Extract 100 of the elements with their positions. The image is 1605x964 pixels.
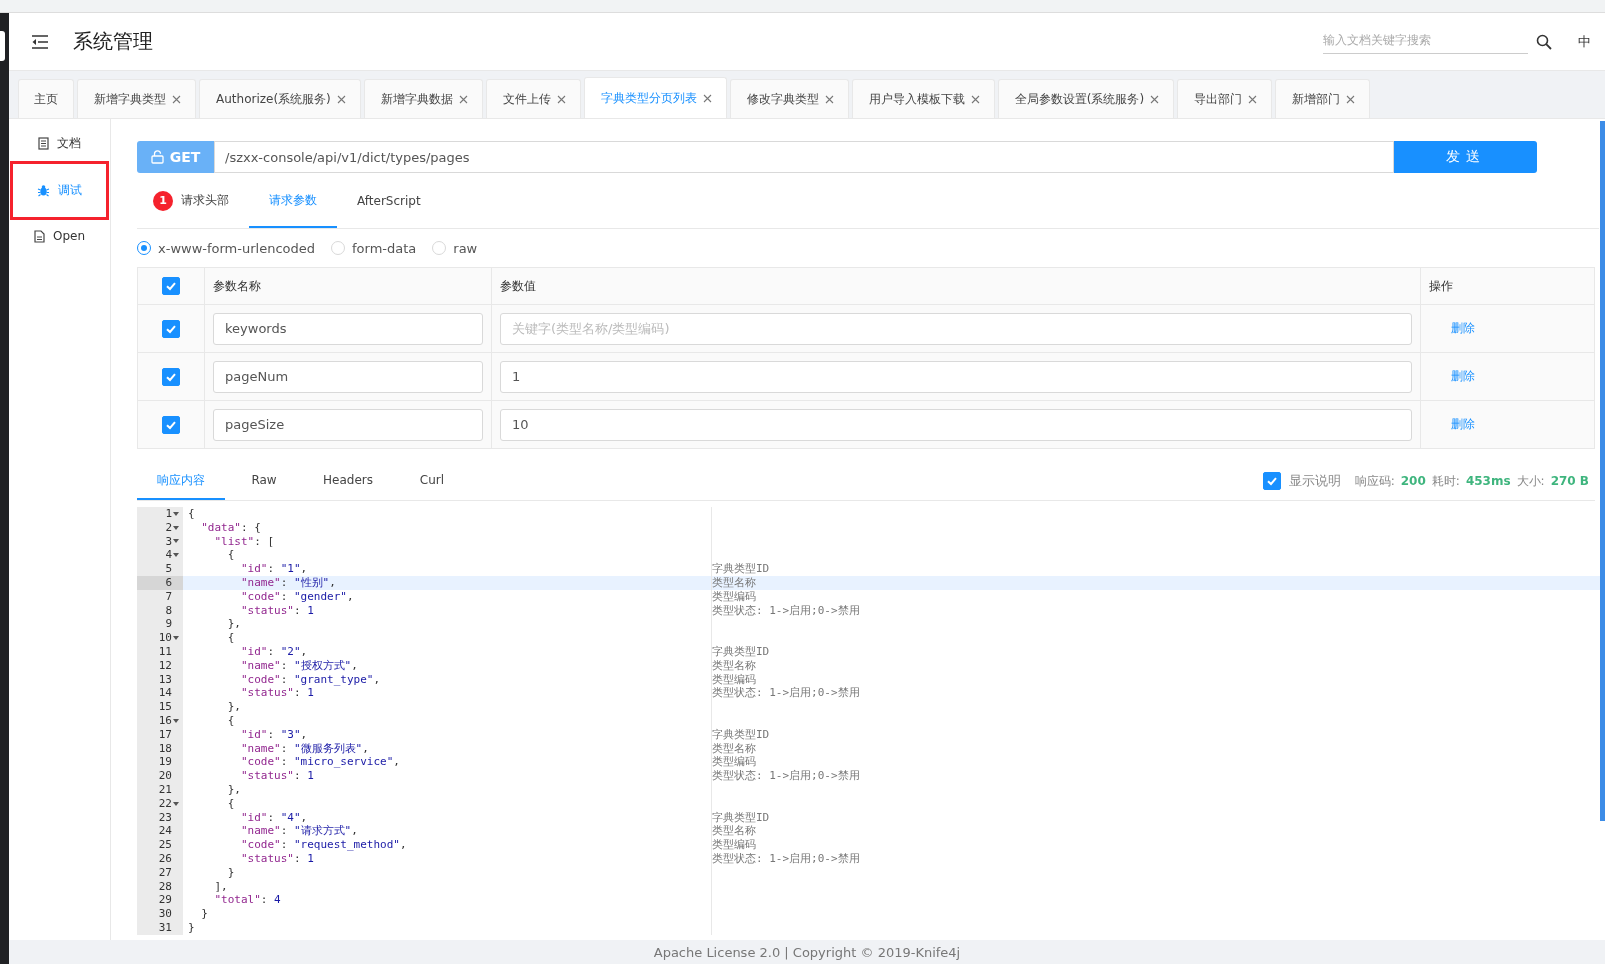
code-line: } (200, 907, 208, 921)
scrollbar[interactable] (1600, 121, 1605, 821)
count-badge: 1 (153, 190, 173, 211)
checkbox[interactable] (162, 319, 180, 338)
page-tab[interactable]: 导出部门 (1177, 79, 1273, 118)
code-line: "code": "gender", (240, 589, 354, 603)
line-number: 11 (158, 644, 172, 659)
content-type-radio[interactable]: raw (432, 240, 478, 256)
file-icon (33, 229, 45, 243)
line-number: 28 (158, 879, 172, 894)
code-line: "status": 1 (240, 686, 314, 700)
close-icon[interactable] (336, 94, 346, 104)
field-note: 字典类型ID (712, 644, 770, 658)
line-number: 12 (158, 658, 172, 673)
field-note: 类型编码 (712, 589, 756, 603)
field-note: 类型名称 (712, 824, 756, 838)
line-number: 2 (165, 520, 172, 535)
line-number: 10 (158, 631, 172, 645)
line-number: 1 (165, 507, 172, 521)
checkbox[interactable] (162, 415, 180, 434)
param-value-field[interactable]: 关键字(类型名称/类型编码) (500, 312, 1412, 345)
page-tab[interactable]: 全局参数设置(系统服务) (997, 79, 1175, 118)
line-number: 21 (158, 782, 172, 797)
param-name-field[interactable]: pageSize (213, 408, 483, 441)
close-icon[interactable] (1150, 94, 1160, 104)
line-number: 8 (165, 603, 172, 618)
param-value-field[interactable]: 10 (500, 408, 1412, 441)
param-name-field[interactable]: keywords (213, 312, 483, 345)
bug-icon (37, 184, 50, 197)
checkbox-label: 显示说明 (1288, 472, 1341, 490)
response-tab[interactable]: Headers (303, 462, 393, 500)
field-note: 类型名称 (712, 741, 756, 755)
field-note: 类型状态: 1->启用;0->禁用 (712, 769, 860, 783)
fold-icon[interactable] (173, 718, 179, 723)
lock-icon (150, 150, 164, 164)
code-line: "id": "2", (240, 644, 308, 658)
param-value-field[interactable]: 1 (500, 360, 1412, 393)
code-line: { (226, 631, 235, 645)
sidebar-item[interactable]: Open (19, 221, 100, 251)
page-tab[interactable]: 用户导入模板下载 (851, 79, 995, 118)
close-icon[interactable] (1346, 94, 1356, 104)
line-number: 5 (165, 562, 172, 576)
close-icon[interactable] (1248, 94, 1258, 104)
page-tab[interactable]: 修改字典类型 (729, 79, 849, 118)
line-number: 3 (165, 534, 172, 549)
checkbox[interactable] (162, 277, 180, 295)
line-number: 16 (158, 713, 172, 728)
page-tab[interactable]: Authorize(系统服务) (199, 79, 361, 118)
menu-icon[interactable] (31, 33, 49, 50)
code-line: "status": 1 (240, 851, 314, 865)
checkbox[interactable] (1262, 472, 1281, 490)
code-line: "code": "request_method", (240, 838, 407, 852)
code-line: "id": "3", (240, 727, 308, 741)
line-number: 9 (165, 617, 172, 632)
sidebar-item[interactable]: 文档 (24, 127, 95, 160)
line-number: 24 (158, 824, 172, 839)
close-icon[interactable] (556, 94, 566, 104)
code-line: "name": "请求方式", (240, 824, 358, 838)
code-line: "name": "微服务列表", (240, 741, 369, 755)
page-tab[interactable]: 新增字典类型 (77, 79, 196, 118)
content-type-radio[interactable]: form-data (331, 240, 417, 256)
request-tab[interactable]: AfterScript (337, 175, 441, 228)
close-icon[interactable] (824, 94, 834, 104)
language-toggle[interactable]: 中 (1578, 32, 1591, 51)
page-tab[interactable]: 新增部门 (1275, 79, 1371, 118)
response-tab[interactable]: Curl (392, 462, 471, 500)
code-line: { (226, 548, 235, 562)
line-number: 30 (158, 907, 172, 921)
fold-icon[interactable] (173, 511, 179, 516)
field-note: 类型编码 (712, 755, 756, 769)
fold-icon[interactable] (173, 525, 179, 530)
code-line: { (226, 713, 235, 727)
time-value: 453ms (1465, 474, 1511, 488)
line-number: 22 (158, 796, 172, 811)
fold-icon[interactable] (173, 539, 179, 544)
field-note: 类型状态: 1->启用;0->禁用 (712, 603, 860, 617)
size-value: 270 B (1550, 474, 1589, 488)
close-icon[interactable] (172, 94, 181, 104)
fold-icon[interactable] (173, 636, 179, 641)
close-icon[interactable] (970, 94, 980, 104)
search-icon[interactable] (1536, 33, 1552, 50)
request-tab[interactable]: 1 请求头部 (137, 175, 249, 228)
param-name-field[interactable]: pageNum (213, 360, 483, 393)
code-line: "id": "4", (240, 810, 308, 824)
page-tab[interactable]: 新增字典数据 (363, 79, 483, 118)
page-tab[interactable]: 文件上传 (485, 79, 581, 118)
checkbox[interactable] (162, 367, 180, 386)
content-type-radio[interactable]: x-www-form-urlencoded (137, 240, 315, 256)
code-line: "code": "grant_type", (240, 672, 381, 686)
close-icon[interactable] (702, 93, 712, 103)
close-icon[interactable] (458, 94, 468, 104)
page-tab[interactable]: 主页 (18, 79, 74, 118)
response-tab[interactable]: Raw (225, 462, 303, 500)
fold-icon[interactable] (173, 553, 179, 558)
fold-icon[interactable] (173, 801, 179, 806)
url-field[interactable]: /szxx-console/api/v1/dict/types/pages (214, 141, 1394, 173)
code-line: "list": [ (213, 534, 275, 548)
code-line: } (226, 865, 235, 879)
field-note: 字典类型ID (712, 562, 770, 576)
field-note: 类型状态: 1->启用;0->禁用 (712, 686, 860, 700)
